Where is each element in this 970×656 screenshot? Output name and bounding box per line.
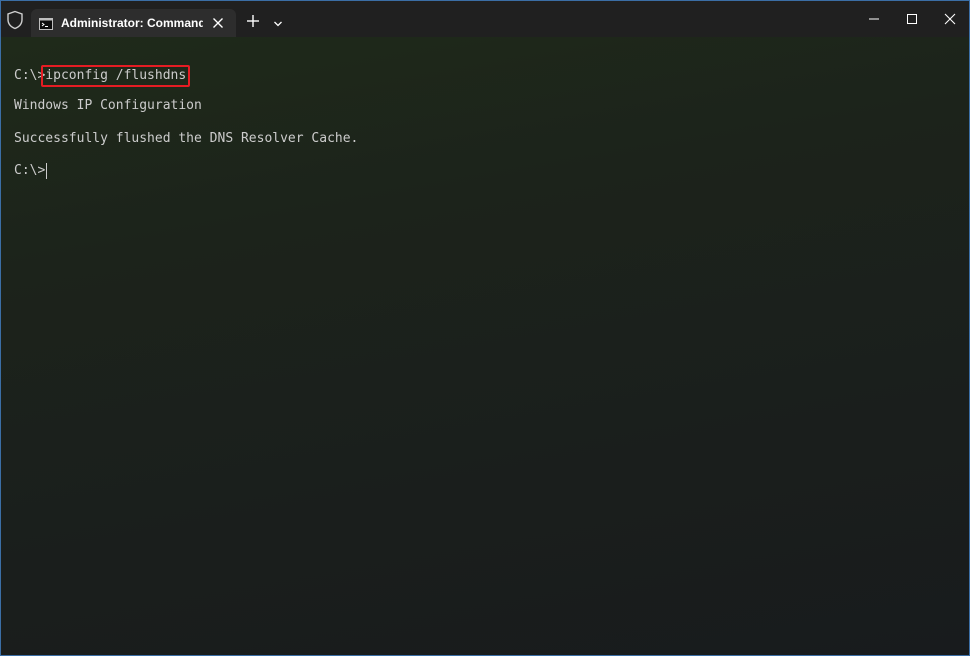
output-line: Windows IP Configuration	[14, 98, 202, 113]
current-prompt-line[interactable]: C:\>	[14, 162, 48, 180]
prompt: C:\>	[14, 163, 46, 178]
highlighted-command: ipconfig /flushdns	[41, 65, 191, 87]
shield-icon	[6, 10, 24, 30]
maximize-button[interactable]	[891, 1, 931, 37]
output-line: Successfully flushed the DNS Resolver Ca…	[14, 131, 359, 146]
close-icon[interactable]	[212, 16, 224, 28]
close-window-button[interactable]	[929, 1, 969, 37]
title-bar: Administrator: Command Prompt	[1, 1, 969, 37]
tab-command-prompt[interactable]: Administrator: Command Prompt	[31, 9, 236, 37]
terminal-window: Administrator: Command Prompt	[0, 0, 970, 656]
command-prompt-icon	[39, 17, 53, 30]
close-icon	[944, 13, 956, 25]
terminal-output[interactable]: C:\>ipconfig /flushdns Windows IP Config…	[1, 37, 969, 655]
command-line: C:\>ipconfig /flushdns	[14, 65, 191, 87]
minimize-button[interactable]	[853, 1, 893, 37]
plus-icon[interactable]	[245, 13, 261, 29]
minimize-icon	[869, 18, 879, 20]
tab-title: Administrator: Command Prompt	[61, 16, 203, 30]
text-cursor	[46, 162, 48, 179]
chevron-down-icon[interactable]	[272, 16, 284, 27]
maximize-icon	[907, 14, 917, 24]
